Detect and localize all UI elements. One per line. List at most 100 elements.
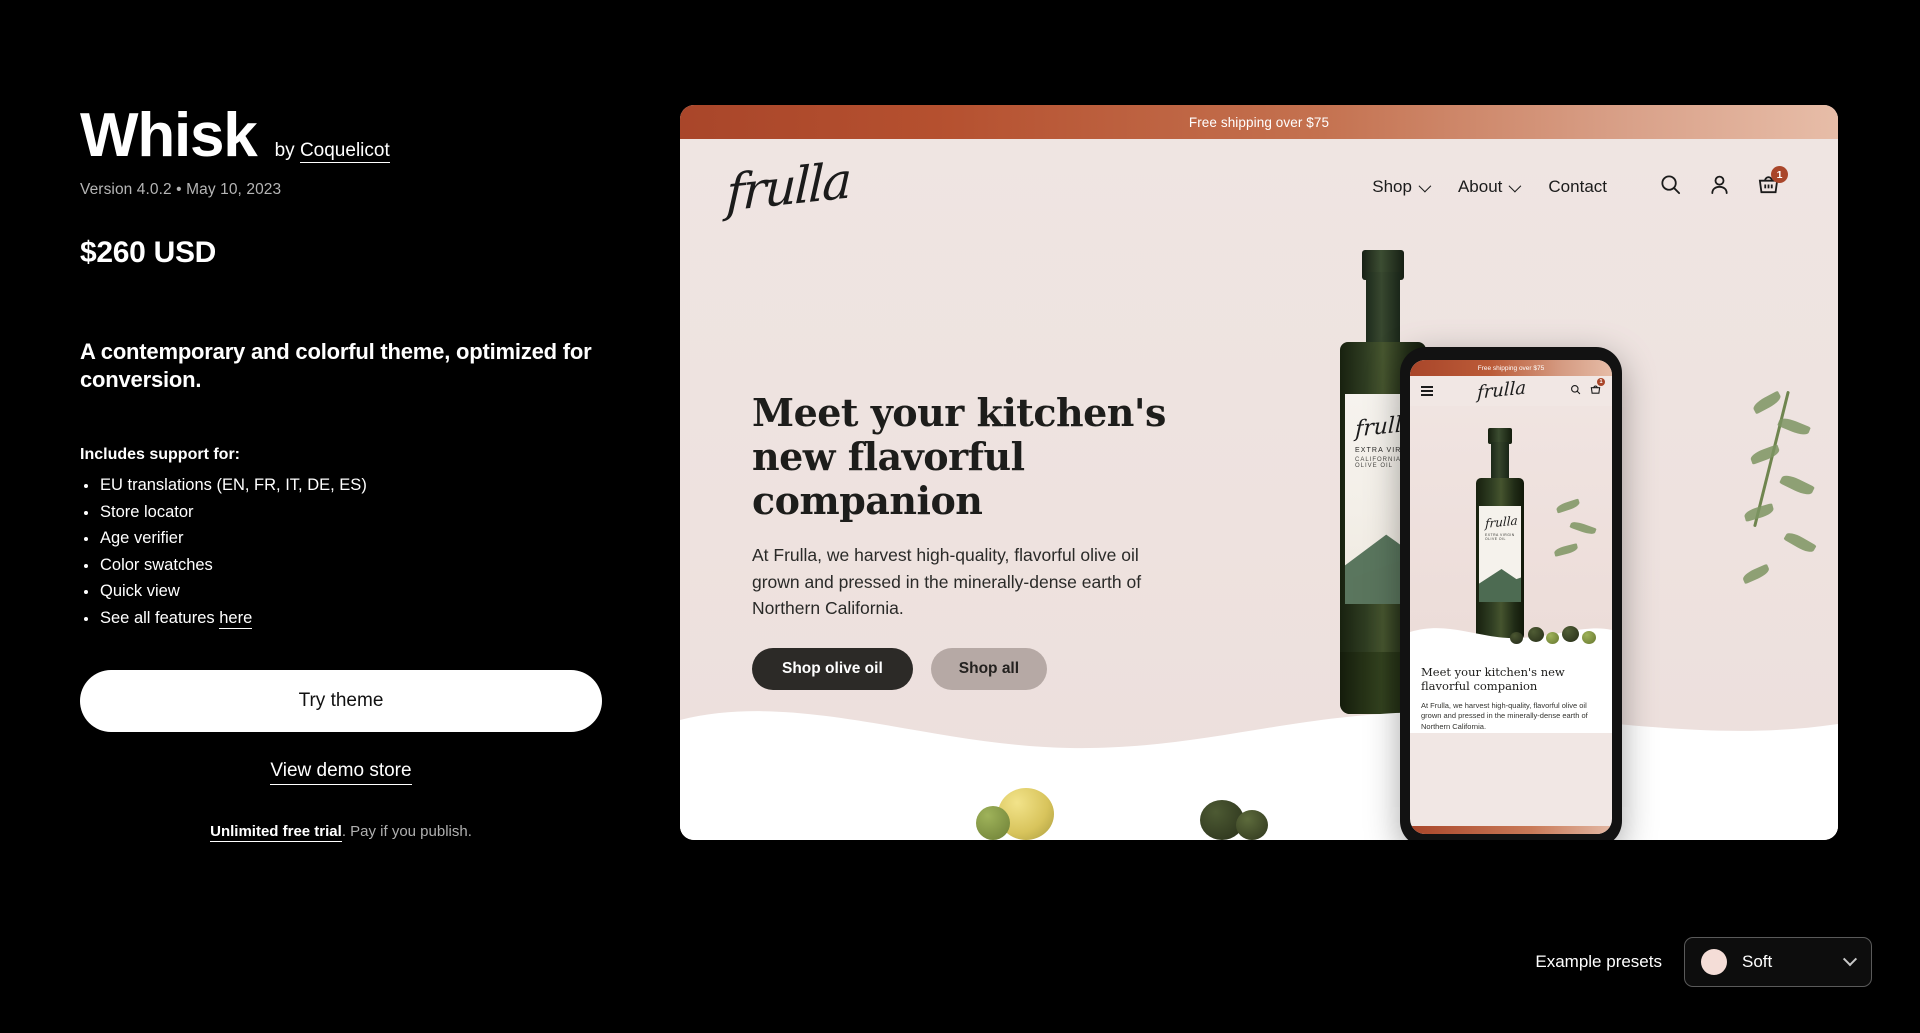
mobile-olive-fruit [1582, 631, 1596, 644]
trial-link[interactable]: Unlimited free trial [210, 822, 342, 842]
feature-text: Store locator [100, 502, 194, 521]
feature-text: Color swatches [100, 555, 213, 574]
store-header: frulla Shop About Contact 1 [680, 139, 1838, 235]
includes-heading: Includes support for: [80, 446, 240, 464]
nav-item-about[interactable]: About [1457, 177, 1522, 197]
nav-item-label: Shop [1372, 177, 1412, 196]
account-icon[interactable] [1708, 173, 1731, 201]
mobile-announcement-text: Free shipping over $75 [1477, 364, 1545, 372]
cart-count-badge: 1 [1771, 166, 1788, 183]
olive-leaf [1743, 503, 1775, 522]
chevron-down-icon [1508, 179, 1522, 192]
store-nav-icons: 1 [1659, 166, 1788, 201]
theme-info-panel: Whisk by Coquelicot Version 4.0.2 • May … [80, 105, 650, 842]
olive-leaf [1783, 529, 1817, 556]
list-item: Age verifier [80, 528, 650, 549]
mobile-announcement-bar: Free shipping over $75 [1410, 360, 1612, 376]
list-item: EU translations (EN, FR, IT, DE, ES) [80, 475, 650, 496]
mobile-hero-body: At Frulla, we harvest high-quality, flav… [1421, 700, 1588, 732]
feature-text: Quick view [100, 582, 180, 601]
search-icon[interactable] [1659, 173, 1682, 201]
hero-body: At Frulla, we harvest high-quality, flav… [752, 545, 1142, 619]
nav-item-label: Contact [1548, 177, 1607, 196]
version-date: Version 4.0.2 • May 10, 2023 [80, 181, 282, 198]
shop-all-button[interactable]: Shop all [930, 648, 1048, 691]
mobile-label-green-shape [1479, 569, 1521, 602]
page-title: Whisk [80, 101, 258, 170]
feature-text: Age verifier [100, 529, 184, 548]
hero-buttons: Shop olive oil Shop all [752, 648, 1222, 691]
olive-fruit [976, 806, 1010, 840]
hamburger-menu-icon[interactable] [1421, 386, 1433, 396]
trial-rest: . Pay if you publish. [341, 822, 472, 840]
byline: by Coquelicot [274, 140, 390, 163]
mobile-header: frulla 1 [1410, 376, 1612, 406]
mobile-cart-count-badge: 1 [1596, 378, 1605, 386]
mobile-olive-leaf [1569, 519, 1597, 537]
mobile-header-icons: 1 [1570, 378, 1605, 400]
mobile-hero-title: Meet your kitchen's new flavorful compan… [1421, 665, 1565, 693]
mobile-cart-icon[interactable]: 1 [1590, 378, 1605, 400]
list-item: Color swatches [80, 555, 650, 576]
mobile-search-icon[interactable] [1570, 382, 1581, 400]
nav-item-shop[interactable]: Shop [1372, 177, 1432, 197]
feature-text: EU translations (EN, FR, IT, DE, ES) [100, 476, 367, 495]
olive-leaf [1751, 390, 1783, 415]
mobile-bottle: frulla EXTRA VIRGIN OLIVE OIL [1476, 428, 1524, 640]
mobile-hero-photo: frulla EXTRA VIRGIN OLIVE OIL [1410, 406, 1612, 656]
list-item: Store locator [80, 502, 650, 523]
mobile-olive-fruit [1510, 632, 1523, 644]
store-preview-body: frulla EXTRA VIRGIN CALIFORNIA OLIVE OIL [680, 139, 1838, 840]
example-presets-label: Example presets [1535, 952, 1662, 971]
theme-description: A contemporary and colorful theme, optim… [80, 339, 592, 393]
olive-leaf [1741, 563, 1771, 585]
olive-leaf [1779, 472, 1815, 498]
preset-color-swatch [1701, 949, 1727, 975]
list-item: Quick view [80, 581, 650, 602]
nav-item-contact[interactable]: Contact [1548, 177, 1607, 197]
by-label: by [274, 140, 295, 161]
mobile-bottle-neck [1491, 442, 1509, 482]
olive-fruit [1236, 810, 1268, 840]
shop-olive-oil-button[interactable]: Shop olive oil [752, 648, 913, 691]
announcement-text: Free shipping over $75 [1188, 114, 1330, 130]
theme-preview-card[interactable]: Free shipping over $75 frulla EXTRA VIRG… [680, 105, 1838, 840]
preset-selected-value: Soft [1742, 952, 1773, 971]
mobile-bottom-strip [1410, 826, 1612, 834]
feature-list: EU translations (EN, FR, IT, DE, ES) Sto… [80, 475, 650, 629]
hero-title: Meet your kitchen's new flavorful compan… [752, 390, 1166, 524]
view-demo-store-link[interactable]: View demo store [80, 759, 602, 785]
bottle-neck [1366, 272, 1400, 350]
store-logo[interactable]: frulla [725, 151, 851, 223]
view-demo-store-label: View demo store [270, 759, 412, 785]
title-row: Whisk by Coquelicot [80, 105, 650, 167]
hero-content: Meet your kitchen's new flavorful compan… [752, 390, 1222, 691]
preset-select[interactable]: Soft [1684, 937, 1872, 987]
olive-leaf [1749, 444, 1781, 465]
store-nav: Shop About Contact 1 [1372, 166, 1788, 201]
theme-price: $260 USD [80, 236, 217, 269]
mobile-preview-mockup: Free shipping over $75 frulla 1 frulla E… [1400, 347, 1622, 840]
trial-note: Unlimited free trial. Pay if you publish… [80, 822, 602, 842]
try-theme-button[interactable]: Try theme [80, 669, 602, 732]
mobile-olive-leaf [1555, 498, 1581, 514]
mobile-olive-leaf [1553, 543, 1579, 557]
chevron-down-icon [1842, 952, 1858, 967]
mobile-screen: Free shipping over $75 frulla 1 frulla E… [1410, 360, 1612, 834]
mobile-label-sub: EXTRA VIRGIN OLIVE OIL [1485, 533, 1515, 541]
mobile-hero-content: Meet your kitchen's new flavorful compan… [1410, 656, 1612, 734]
vendor-link[interactable]: Coquelicot [299, 140, 390, 163]
all-features-link[interactable]: here [219, 608, 253, 629]
chevron-down-icon [1418, 179, 1432, 192]
mobile-olive-fruit [1528, 627, 1544, 642]
olive-leaf [1777, 415, 1811, 438]
cart-icon[interactable]: 1 [1757, 166, 1788, 201]
example-presets: Example presets Soft [1535, 937, 1872, 987]
mobile-store-logo[interactable]: frulla [1477, 377, 1527, 403]
announcement-bar: Free shipping over $75 [680, 105, 1838, 139]
mobile-label-logo: frulla [1484, 513, 1518, 531]
theme-detail-page: Whisk by Coquelicot Version 4.0.2 • May … [0, 0, 1920, 1033]
nav-item-label: About [1457, 177, 1503, 196]
list-item: See all features here [80, 608, 650, 629]
feature-text: See all features [100, 608, 220, 627]
